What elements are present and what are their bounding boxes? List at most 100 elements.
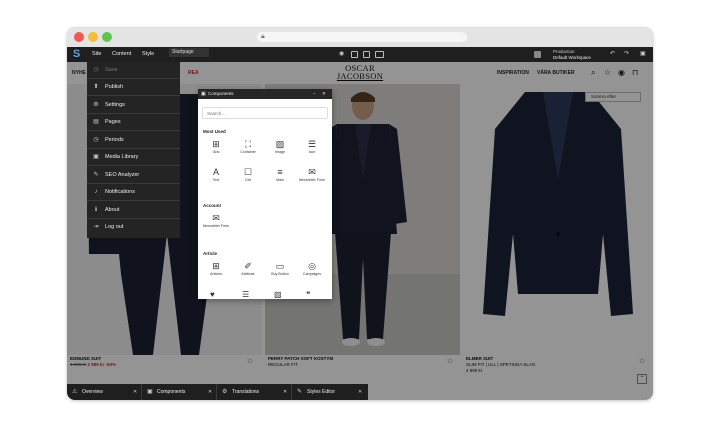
dock-tab-label: Components	[157, 389, 186, 395]
component-icon[interactable]: ☰ Icon	[297, 139, 327, 161]
favorite-star-icon[interactable]: ☆	[447, 357, 453, 365]
address-bar[interactable]	[257, 32, 467, 42]
component-buy-button[interactable]: ▭ Buy Button	[265, 261, 295, 283]
workspace-icon	[534, 51, 541, 58]
section-account: Account	[203, 203, 221, 208]
workspace-selector[interactable]: Production Default Workspace	[553, 49, 591, 60]
brand-line-2: JACOBSON	[336, 71, 384, 81]
articles-icon: ⊞	[212, 261, 220, 271]
menu-item-periods[interactable]: ◷ Periods	[87, 132, 180, 149]
close-icon[interactable]: ✕	[133, 389, 137, 396]
text-icon: A	[212, 167, 219, 177]
component-newsletter-form[interactable]: ✉ Newsletter Form	[297, 167, 327, 193]
gear-icon: ⚙	[93, 102, 99, 108]
heart-icon[interactable]: ♥	[210, 290, 215, 299]
nav-inspiration[interactable]: INSPIRATION	[497, 70, 529, 76]
menu-item-notifications[interactable]: ♪ Notifications	[87, 184, 180, 201]
mobile-view-icon[interactable]	[351, 51, 358, 58]
component-container[interactable]: ⛶ Container	[233, 139, 263, 161]
cell-icon: ☐	[243, 167, 253, 177]
menu-style[interactable]: Style	[142, 51, 154, 58]
close-window-button[interactable]	[74, 32, 84, 42]
tablet-view-icon[interactable]	[363, 51, 370, 58]
container-icon: ⛶	[244, 139, 252, 149]
favorite-star-icon[interactable]: ☆	[639, 357, 645, 365]
component-label: Campaigns	[302, 272, 322, 276]
browser-window: 🔒︎ S Site Content Style Startpage ◉ Prod…	[67, 27, 653, 400]
component-text[interactable]: A Text	[201, 167, 231, 189]
menu-item-save[interactable]: ◷ Save	[87, 62, 180, 79]
component-cell[interactable]: ☐ Cell	[233, 167, 263, 189]
list-icon[interactable]: ☰	[242, 290, 249, 299]
dock-tab-translations[interactable]: ⚙ Translations ✕	[217, 384, 292, 400]
minimize-icon[interactable]: −	[313, 89, 316, 99]
undo-icon[interactable]: ↶	[610, 50, 615, 58]
components-panel-header[interactable]: ▣ Components − ✕	[198, 89, 332, 99]
workspace-name: Default Workspace	[553, 54, 591, 60]
component-articles[interactable]: ⊞ Articles	[201, 261, 231, 283]
menu-content[interactable]: Content	[112, 51, 131, 58]
cms-logo[interactable]: S	[71, 48, 82, 61]
favorite-star-icon[interactable]: ☆	[247, 357, 253, 365]
product-card-elmer[interactable]	[463, 84, 653, 355]
component-campaigns[interactable]: ◎ Campaigns	[297, 261, 327, 283]
menu-item-log-out[interactable]: ⇥ Log out	[87, 219, 180, 236]
component-grid[interactable]: ⊞ Grid	[201, 139, 231, 161]
scroll-up-button[interactable]: ⌃	[637, 374, 647, 384]
dock-tab-overview[interactable]: ⚠ Overview ✕	[67, 384, 142, 400]
nav-sale[interactable]: REA	[188, 70, 199, 76]
menu-item-seo-analyzer[interactable]: ✎ SEO Analyzer	[87, 167, 180, 184]
menu-item-label: Save	[105, 67, 118, 73]
maximize-window-button[interactable]	[102, 32, 112, 42]
nav-stores[interactable]: VÅRA BUTIKER	[537, 70, 575, 76]
minimize-window-button[interactable]	[88, 32, 98, 42]
quote-icon[interactable]: ❝	[306, 290, 310, 299]
menu-item-label: Settings	[105, 102, 125, 108]
editor-dock: ⚠ Overview ✕ ▣ Components ✕ ⚙ Translatio…	[67, 384, 368, 400]
close-icon[interactable]: ✕	[322, 89, 326, 99]
menu-item-label: Periods	[105, 137, 124, 143]
brush-icon: ✐	[244, 261, 252, 271]
sort-dropdown[interactable]: Sortera efter	[585, 92, 641, 102]
redo-icon[interactable]: ↷	[624, 50, 629, 58]
component-attribute[interactable]: ✐ Attribute	[233, 261, 263, 283]
cart-icon[interactable]: ⊓	[632, 68, 638, 77]
image-icon: ▨	[275, 139, 285, 149]
wishlist-star-icon[interactable]: ☆	[604, 68, 611, 77]
dock-tab-components[interactable]: ▣ Components ✕	[142, 384, 217, 400]
close-icon[interactable]: ✕	[283, 389, 287, 396]
component-account-newsletter-form[interactable]: ✉ Newsletter Form	[201, 213, 231, 239]
preview-eye-icon[interactable]: ◉	[339, 50, 344, 58]
component-main[interactable]: ≡ Main	[265, 167, 295, 189]
menu-item-settings[interactable]: ⚙ Settings	[87, 97, 180, 114]
dock-tab-styles-editor[interactable]: ✎ Styles Editor ✕	[292, 384, 368, 400]
image-icon: ▣	[93, 154, 99, 160]
close-icon[interactable]: ✕	[358, 389, 362, 396]
desktop-view-icon[interactable]	[375, 51, 384, 58]
brand-logo[interactable]: OSCAR JACOBSON	[325, 64, 395, 81]
search-icon[interactable]: ⌕	[591, 68, 595, 77]
page-tab-startpage[interactable]: Startpage	[169, 48, 209, 57]
component-label: Image	[275, 150, 285, 154]
dock-tab-label: Overview	[82, 389, 103, 395]
product-discount: -60%	[105, 362, 117, 367]
menu-item-publish[interactable]: ⬆ Publish	[87, 79, 180, 96]
menu-item-pages[interactable]: ▤ Pages	[87, 114, 180, 131]
section-article: Article	[203, 251, 218, 256]
image-icon[interactable]: ▨	[274, 290, 282, 299]
publish-icon: ⬆	[93, 84, 99, 90]
close-icon[interactable]: ✕	[208, 389, 212, 396]
nav-new[interactable]: NYHE	[72, 70, 86, 76]
components-panel: ▣ Components − ✕ Most Used ⊞Grid ⛶Contai…	[198, 89, 332, 299]
components-icon: ▣	[147, 389, 153, 395]
component-image[interactable]: ▨ Image	[265, 139, 295, 161]
menu-item-media-library[interactable]: ▣ Media Library	[87, 149, 180, 166]
components-search-input[interactable]	[202, 107, 328, 119]
product-new-price: 2 999 kr	[87, 362, 105, 367]
menu-item-about[interactable]: ℹ About	[87, 202, 180, 219]
save-icon[interactable]: ▣	[640, 50, 646, 58]
component-label: Articles	[210, 272, 222, 276]
account-icon[interactable]: ◉	[618, 68, 625, 77]
menu-site[interactable]: Site	[92, 51, 101, 58]
menu-item-label: Notifications	[105, 189, 135, 195]
